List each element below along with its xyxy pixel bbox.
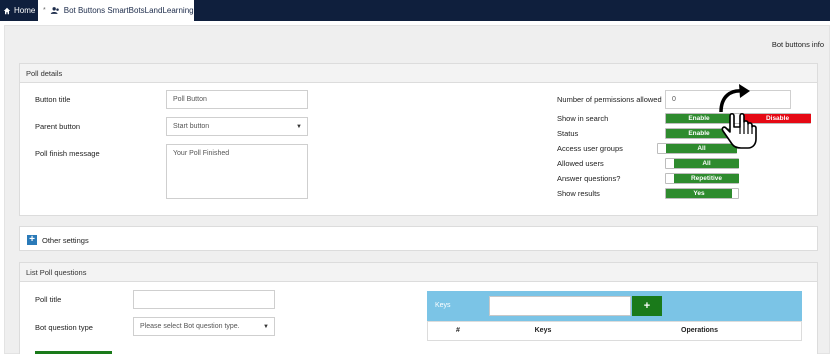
expand-plus-icon[interactable]: + xyxy=(27,235,37,245)
allowed-users-value: All xyxy=(674,159,739,168)
show-results-toggle[interactable]: Yes xyxy=(665,188,739,199)
hand-pointer-icon xyxy=(721,112,757,149)
column-header-operations: Operations xyxy=(681,327,718,334)
question-type-placeholder: Please select Bot question type. xyxy=(140,323,240,330)
chevron-down-icon: ▼ xyxy=(263,324,269,330)
chevron-down-icon: ▼ xyxy=(296,124,302,130)
status-label: Status xyxy=(557,129,579,138)
permissions-label: Number of permissions allowed xyxy=(557,95,662,104)
answer-questions-value: Repetitive xyxy=(674,174,739,183)
bot-buttons-info-link[interactable]: Bot buttons info xyxy=(772,40,824,49)
users-icon xyxy=(50,7,59,14)
other-settings-title: Other settings xyxy=(42,236,89,245)
parent-button-label: Parent button xyxy=(35,122,81,131)
show-in-search-label: Show in search xyxy=(557,114,609,123)
button-title-label: Button title xyxy=(35,95,71,104)
poll-title-input[interactable] xyxy=(133,290,275,309)
allowed-users-label: Allowed users xyxy=(557,159,604,168)
access-groups-label: Access user groups xyxy=(557,144,623,153)
tab-home[interactable]: Home xyxy=(0,0,37,21)
keys-input[interactable] xyxy=(489,296,631,316)
question-type-label: Bot question type xyxy=(35,323,93,332)
home-icon xyxy=(3,7,11,14)
tab-home-label: Home xyxy=(14,6,36,15)
answer-questions-label: Answer questions? xyxy=(557,174,621,183)
show-results-value: Yes xyxy=(666,189,732,198)
pin-icon[interactable]: * xyxy=(43,7,46,14)
poll-details-header: Poll details xyxy=(20,64,817,83)
column-header-keys: Keys xyxy=(534,327,552,334)
poll-title-label: Poll title xyxy=(35,295,62,304)
allowed-users-toggle[interactable]: All xyxy=(665,158,739,169)
button-title-input[interactable]: Poll Button xyxy=(166,90,308,109)
other-settings-panel[interactable]: + Other settings xyxy=(19,226,818,251)
answer-questions-toggle[interactable]: Repetitive xyxy=(665,173,739,184)
show-results-label: Show results xyxy=(557,189,600,198)
top-tab-bar: Home * Bot Buttons SmartBotsLandLearning xyxy=(0,0,830,21)
finish-message-label: Poll finish message xyxy=(35,149,100,158)
list-poll-questions-header: List Poll questions xyxy=(20,263,817,282)
parent-button-select[interactable]: Start button ▼ xyxy=(166,117,308,136)
column-header-index: # xyxy=(456,327,460,334)
curved-arrow-icon xyxy=(719,89,743,113)
tab-bot-label: Bot Buttons SmartBotsLandLearning xyxy=(63,6,194,15)
tab-bot-buttons[interactable]: * Bot Buttons SmartBotsLandLearning xyxy=(38,0,194,21)
finish-message-textarea[interactable]: Your Poll Finished xyxy=(166,144,308,199)
parent-button-value: Start button xyxy=(173,123,210,130)
tutorial-pointer-graphic xyxy=(719,84,757,149)
add-key-button[interactable]: + xyxy=(632,296,662,316)
question-type-select[interactable]: Please select Bot question type. ▼ xyxy=(133,317,275,336)
keys-label: Keys xyxy=(435,302,451,309)
